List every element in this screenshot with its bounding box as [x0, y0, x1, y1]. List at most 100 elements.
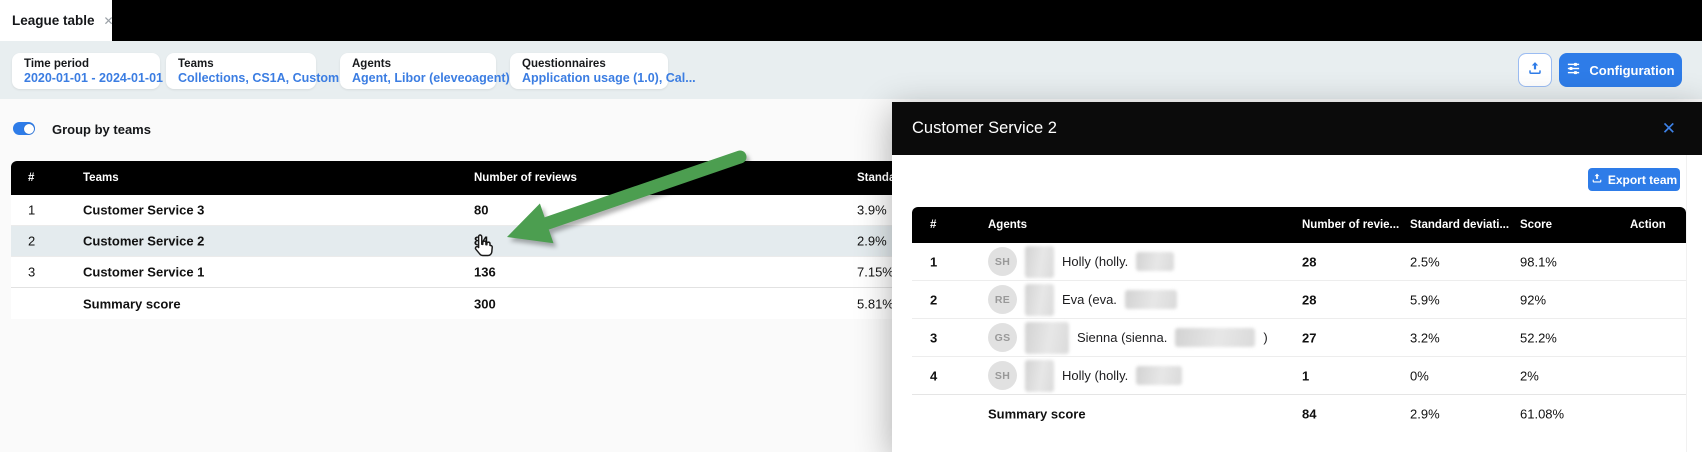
export-button[interactable] — [1518, 53, 1552, 87]
agent-row[interactable]: 1 SH Holly (holly. 28 2.5% 98.1% — [912, 243, 1686, 280]
reviews-cell: 84 — [474, 234, 488, 249]
summary-label: Summary score — [83, 296, 181, 311]
team-cell: Customer Service 2 — [83, 234, 204, 249]
agent-name: Holly (holly. — [1062, 368, 1128, 383]
summary-reviews: 84 — [1302, 407, 1316, 422]
rank-cell: 1 — [930, 254, 937, 269]
configuration-button-label: Configuration — [1589, 63, 1674, 78]
agent-row[interactable]: 4 SH Holly (holly. 1 0% 2% — [912, 356, 1686, 394]
stddev-cell: 5.9% — [1410, 292, 1440, 307]
column-header-rank: # — [930, 219, 936, 231]
redacted-text — [1125, 290, 1177, 309]
agent-row[interactable]: 2 RE Eva (eva. 28 5.9% 92% — [912, 280, 1686, 318]
filter-label: Teams — [178, 57, 304, 71]
agent-cell: RE Eva (eva. — [988, 281, 1177, 318]
configuration-button[interactable]: Configuration — [1559, 53, 1682, 87]
sliders-icon — [1566, 61, 1581, 79]
agent-name: Eva (eva. — [1062, 292, 1117, 307]
summary-stddev: 2.9% — [1410, 407, 1440, 422]
group-by-teams-toggle[interactable] — [13, 122, 35, 135]
filter-bar: Time period 2020-01-01 - 2024-01-01 Team… — [0, 41, 1702, 99]
column-header-teams: Teams — [83, 172, 119, 184]
rank-cell: 3 — [28, 265, 35, 280]
reviews-cell: 1 — [1302, 368, 1309, 383]
redacted-text — [1175, 328, 1255, 347]
redacted-text — [1136, 366, 1182, 385]
export-team-button-label: Export team — [1608, 173, 1677, 187]
app-window: League table ✕ Time period 2020-01-01 - … — [0, 0, 1702, 452]
stddev-cell: 3.9% — [857, 203, 887, 218]
stddev-cell: 0% — [1410, 368, 1429, 383]
export-team-button[interactable]: Export team — [1588, 168, 1680, 191]
team-cell: Customer Service 3 — [83, 203, 204, 218]
filter-value: Agent, Libor (eleveoagent), ... — [352, 71, 484, 86]
tab-label: League table — [12, 13, 95, 28]
agents-table: # Agents Number of revie... Standard dev… — [912, 207, 1686, 433]
agent-name: Sienna (sienna. — [1077, 330, 1167, 345]
agent-name-suffix: ) — [1263, 330, 1267, 345]
avatar: SH — [988, 361, 1017, 390]
redacted-text — [1025, 322, 1069, 354]
filter-value: 2020-01-01 - 2024-01-01 — [24, 71, 148, 86]
filter-chip-agents[interactable]: Agents Agent, Libor (eleveoagent), ... — [340, 53, 496, 89]
redacted-text — [1025, 246, 1054, 278]
summary-reviews: 300 — [474, 296, 496, 311]
stddev-cell: 2.5% — [1410, 254, 1440, 269]
reviews-cell: 28 — [1302, 292, 1316, 307]
stddev-cell: 3.2% — [1410, 330, 1440, 345]
tab-league-table[interactable]: League table ✕ — [0, 0, 112, 41]
avatar: RE — [988, 285, 1017, 314]
reviews-cell: 80 — [474, 203, 488, 218]
summary-stddev: 5.81% — [857, 296, 894, 311]
score-cell: 2% — [1520, 368, 1539, 383]
rank-cell: 2 — [28, 234, 35, 249]
team-cell: Customer Service 1 — [83, 265, 204, 280]
group-by-teams-label: Group by teams — [52, 122, 151, 137]
column-header-reviews: Number of reviews — [474, 172, 577, 184]
reviews-cell: 27 — [1302, 330, 1316, 345]
avatar: GS — [988, 323, 1017, 352]
summary-label: Summary score — [988, 407, 1086, 422]
reviews-cell: 136 — [474, 265, 496, 280]
panel-title: Customer Service 2 — [912, 119, 1662, 138]
agent-cell: SH Holly (holly. — [988, 357, 1182, 394]
rank-cell: 1 — [28, 203, 35, 218]
filter-chip-teams[interactable]: Teams Collections, CS1A, Custom... — [166, 53, 316, 89]
agent-name: Holly (holly. — [1062, 254, 1128, 269]
filter-chip-questionnaires[interactable]: Questionnaires Application usage (1.0), … — [510, 53, 668, 89]
redacted-text — [1136, 252, 1174, 271]
filter-label: Agents — [352, 57, 484, 71]
tab-close-icon[interactable]: ✕ — [104, 15, 114, 27]
rank-cell: 3 — [930, 330, 937, 345]
agents-table-header: # Agents Number of revie... Standard dev… — [912, 207, 1686, 243]
panel-header: Customer Service 2 ✕ — [892, 102, 1702, 155]
rank-cell: 2 — [930, 292, 937, 307]
redacted-text — [1025, 284, 1054, 316]
filter-label: Questionnaires — [522, 57, 656, 71]
summary-score: 61.08% — [1520, 407, 1564, 422]
column-header-stddev: Standard deviati... — [1410, 219, 1509, 231]
summary-row: Summary score 84 2.9% 61.08% — [912, 394, 1686, 433]
column-header-action: Action — [1630, 219, 1666, 231]
score-cell: 98.1% — [1520, 254, 1557, 269]
agent-row[interactable]: 3 GS Sienna (sienna. ) 27 3.2% 52.2% — [912, 318, 1686, 356]
filter-chip-time-period[interactable]: Time period 2020-01-01 - 2024-01-01 — [12, 53, 160, 89]
score-cell: 92% — [1520, 292, 1546, 307]
agent-cell: GS Sienna (sienna. ) — [988, 319, 1268, 356]
redacted-text — [1025, 360, 1054, 392]
stddev-cell: 7.15% — [857, 265, 894, 280]
toggle-knob — [24, 124, 34, 134]
column-header-agents: Agents — [988, 219, 1027, 231]
filter-value: Collections, CS1A, Custom... — [178, 71, 304, 86]
score-cell: 52.2% — [1520, 330, 1557, 345]
filter-value: Application usage (1.0), Cal... — [522, 71, 656, 86]
rank-cell: 4 — [930, 368, 937, 383]
panel-scroll-gutter — [1686, 155, 1687, 452]
close-icon[interactable]: ✕ — [1662, 120, 1676, 137]
filter-label: Time period — [24, 57, 148, 71]
column-header-reviews: Number of revie... — [1302, 219, 1399, 231]
upload-icon — [1527, 60, 1543, 81]
stddev-cell: 2.9% — [857, 234, 887, 249]
avatar: SH — [988, 247, 1017, 276]
upload-icon — [1591, 172, 1603, 187]
